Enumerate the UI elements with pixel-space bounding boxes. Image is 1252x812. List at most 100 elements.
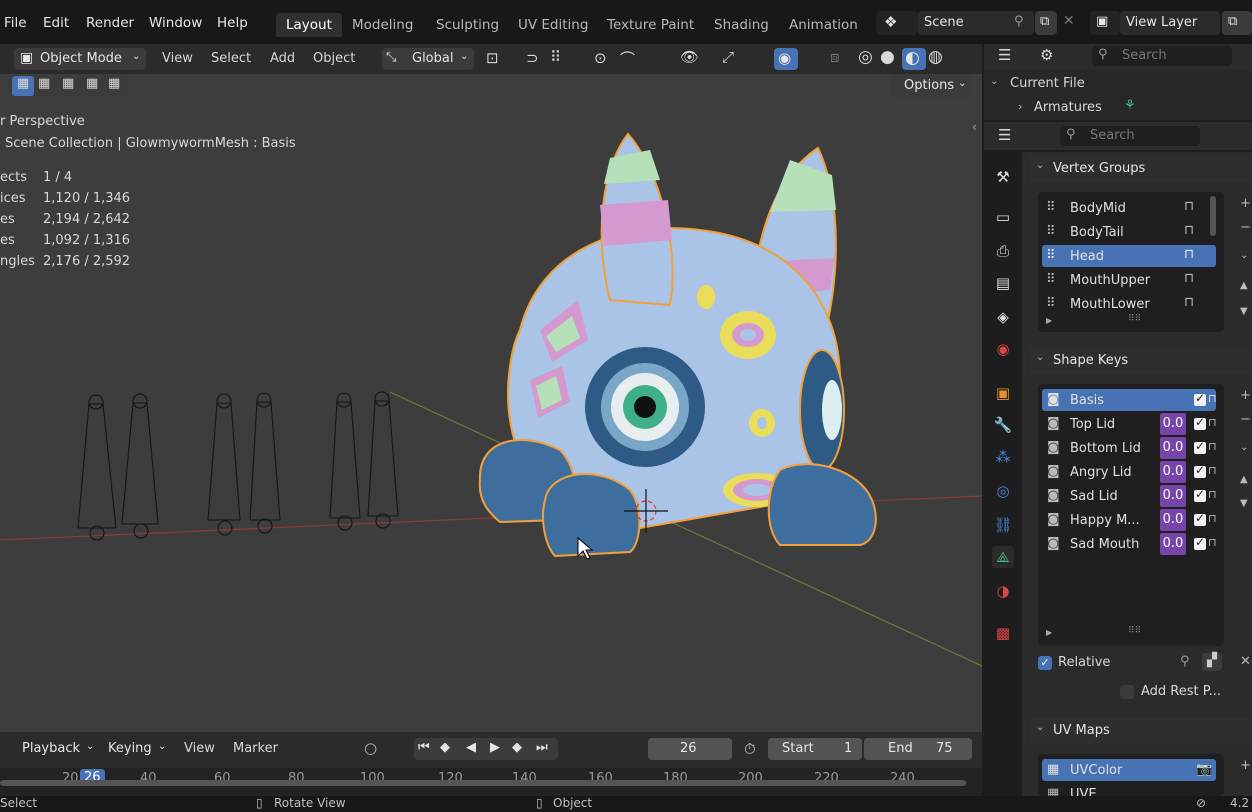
end-frame-field[interactable]: End 75 — [864, 738, 972, 760]
scene-selector-button[interactable]: ❖ — [876, 11, 918, 35]
world-tab-icon[interactable]: ◉ — [992, 338, 1014, 360]
constraints-tab-icon[interactable]: ⛓ — [992, 514, 1014, 536]
stopwatch-icon[interactable]: ⏱ — [744, 740, 756, 758]
tab-animation[interactable]: Animation — [789, 17, 858, 33]
tab-sculpting[interactable]: Sculpting — [436, 17, 499, 33]
rendered-shading-icon[interactable]: ◍ — [928, 47, 943, 67]
chevron-right-icon[interactable]: › — [1018, 100, 1022, 113]
pivot-icon[interactable]: ⊡ — [486, 49, 499, 67]
scrollbar[interactable] — [1210, 196, 1216, 236]
remove-icon[interactable]: − — [1240, 220, 1252, 235]
menu-render[interactable]: Render — [86, 15, 134, 31]
checkbox[interactable] — [1194, 415, 1206, 430]
playback-menu[interactable]: Playback ⌄ — [14, 738, 98, 760]
armatures-label[interactable]: Armatures — [1034, 100, 1102, 115]
play-icon[interactable]: ▶ — [490, 740, 500, 755]
snap-icon[interactable]: ⊃ — [526, 49, 539, 67]
expand-icon[interactable]: ▶ — [1046, 628, 1052, 637]
current-frame-field[interactable]: 26 — [648, 738, 732, 760]
lock-icon[interactable]: ⊓ — [1208, 464, 1217, 477]
particles-tab-icon[interactable]: ⁂ — [992, 446, 1014, 468]
outliner-search-input[interactable]: ⚲ Search — [1092, 46, 1232, 66]
resize-handle-icon[interactable]: ⠿⠿ — [1128, 314, 1141, 324]
snap-grid-icon[interactable]: ⠿ — [550, 48, 561, 66]
lock-icon[interactable]: ⊓ — [1208, 512, 1217, 525]
menu-window[interactable]: Window — [149, 15, 202, 31]
add-rest-checkbox[interactable] — [1120, 685, 1134, 699]
vertex-groups-header[interactable]: ⌄ Vertex Groups — [1030, 156, 1252, 182]
select-intersect-icon[interactable]: ▦ — [108, 76, 120, 91]
editor-type-icon[interactable]: ☰ — [998, 46, 1011, 64]
tab-layout[interactable]: Layout — [276, 13, 342, 37]
keying-menu[interactable]: Keying ⌄ — [100, 738, 172, 760]
auto-keying-icon[interactable]: ○ — [364, 739, 377, 757]
add-icon[interactable]: + — [1240, 388, 1252, 403]
scene-tab-icon[interactable]: ◈ — [992, 306, 1014, 328]
shape-key-value-field[interactable]: 0.0 — [1160, 437, 1186, 459]
scene-field[interactable]: Scene ⚲ — [918, 11, 1034, 35]
lock-icon[interactable]: ⊓ — [1208, 416, 1217, 429]
list-item[interactable]: ◙ Bottom Lid 0.0 ⊓ — [1042, 437, 1217, 459]
physics-tab-icon[interactable]: ◎ — [992, 480, 1014, 502]
frame-ruler[interactable]: 20 26 40 60 80 100 120 140 160 180 200 2… — [0, 768, 982, 796]
lock-icon[interactable]: ⊓ — [1208, 440, 1217, 453]
menu-view[interactable]: View — [184, 741, 215, 756]
next-keyframe-icon[interactable]: ◆ — [512, 740, 522, 755]
xray-icon[interactable]: ⧈ — [830, 48, 840, 66]
shape-key-value-field[interactable]: 0.0 — [1160, 461, 1186, 483]
list-item[interactable]: ⠿ BodyMid ⊓ — [1042, 197, 1216, 219]
shape-key-value-field[interactable]: 0.0 — [1160, 413, 1186, 435]
tab-texture-paint[interactable]: Texture Paint — [607, 17, 694, 33]
menu-file[interactable]: File — [4, 15, 27, 31]
lock-icon[interactable]: ⊓ — [1184, 247, 1194, 262]
relative-checkbox[interactable]: ✓ — [1038, 656, 1052, 670]
shape-key-value-field[interactable]: 0.0 — [1160, 509, 1186, 531]
start-frame-field[interactable]: Start 1 — [768, 738, 862, 760]
modifiers-tab-icon[interactable]: 🔧 — [992, 414, 1014, 436]
material-tab-icon[interactable]: ◑ — [992, 580, 1014, 602]
lock-icon[interactable]: ⊓ — [1184, 223, 1194, 238]
texture-tab-icon[interactable]: ▩ — [992, 622, 1014, 644]
list-item-selected[interactable]: ⠿ Head ⊓ — [1042, 245, 1216, 267]
move-up-icon[interactable]: ▲ — [1240, 474, 1252, 488]
checkbox[interactable] — [1194, 535, 1206, 550]
select-new-icon[interactable]: ▦ — [12, 76, 34, 96]
list-item[interactable]: ◙ Sad Mouth 0.0 ⊓ — [1042, 533, 1217, 555]
render-tab-icon[interactable]: ▭ — [992, 206, 1014, 228]
data-tab-icon[interactable]: ⟁ — [992, 546, 1014, 568]
list-item-selected[interactable]: ▦ UVColor 📷 — [1042, 759, 1216, 781]
add-icon[interactable]: + — [1240, 758, 1252, 773]
list-item[interactable]: ⠿ MouthUpper ⊓ — [1042, 269, 1216, 291]
tab-modeling[interactable]: Modeling — [352, 17, 413, 33]
select-extend-icon[interactable]: ▦ — [38, 76, 50, 91]
tool-tab-icon[interactable]: ⚒ — [992, 166, 1014, 188]
list-item[interactable]: ◙ Happy M... 0.0 ⊓ — [1042, 509, 1217, 531]
solid-shading-icon[interactable]: ● — [880, 47, 895, 67]
pin-icon[interactable]: ⚲ — [1014, 14, 1024, 29]
checkbox[interactable] — [1194, 511, 1206, 526]
editor-type-icon[interactable]: ☰ — [998, 126, 1011, 144]
properties-search-input[interactable]: ⚲ Search — [1060, 126, 1200, 146]
shape-keys-header[interactable]: ⌄ Shape Keys — [1030, 348, 1252, 374]
list-item[interactable]: ◙ Sad Lid 0.0 ⊓ — [1042, 485, 1217, 507]
checkbox[interactable] — [1194, 391, 1206, 406]
sidebar-toggle-icon[interactable]: ‹ — [972, 120, 977, 134]
view-layer-field[interactable]: View Layer — [1120, 11, 1220, 35]
list-item-selected[interactable]: ◙ Basis ⊓ — [1042, 389, 1217, 411]
menu-view[interactable]: View — [162, 51, 193, 66]
new-scene-button[interactable]: ⧉ — [1035, 11, 1057, 35]
lock-icon[interactable]: ⊓ — [1184, 295, 1194, 310]
list-item[interactable]: ⠿ BodyTail ⊓ — [1042, 221, 1216, 243]
menu-edit[interactable]: Edit — [43, 15, 69, 31]
menu-help[interactable]: Help — [217, 15, 248, 31]
menu-marker[interactable]: Marker — [233, 741, 278, 756]
current-file-label[interactable]: Current File — [1010, 76, 1085, 91]
camera-icon[interactable]: 📷 — [1196, 762, 1212, 777]
prev-keyframe-icon[interactable]: ◆ — [440, 740, 450, 755]
move-down-icon[interactable]: ▼ — [1240, 306, 1252, 320]
remove-icon[interactable]: − — [1240, 412, 1252, 427]
orientation-dropdown[interactable]: ⤡ Global ⌄ — [382, 48, 474, 70]
jump-start-icon[interactable]: ⏮ — [418, 740, 430, 755]
play-reverse-icon[interactable]: ◀ — [466, 740, 476, 755]
chevron-down-icon[interactable]: ⌄ — [1240, 442, 1252, 456]
